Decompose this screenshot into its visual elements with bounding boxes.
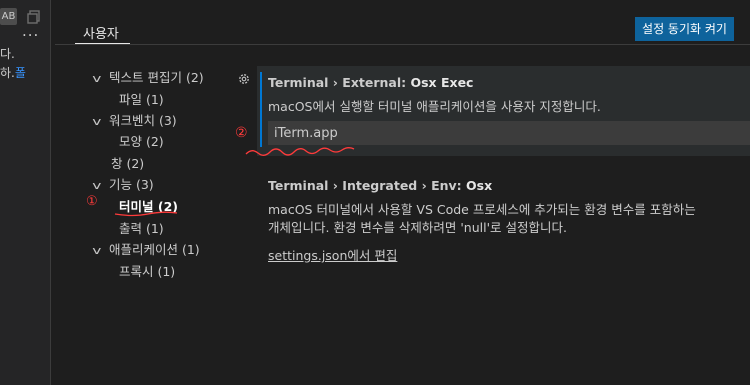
toc-item-label: 출력 (1)	[119, 221, 164, 236]
gear-icon[interactable]	[237, 72, 251, 86]
more-icon[interactable]: ...	[22, 22, 39, 40]
panel-divider	[50, 0, 51, 385]
toc-item-output[interactable]: 출력 (1)	[119, 218, 164, 237]
setting-description-env-osx-line2: 개체입니다. 환경 변수를 삭제하려면 'null'로 설정합니다.	[268, 220, 567, 235]
chevron-down-icon: v	[92, 179, 102, 192]
toc-item-workbench[interactable]: v 워크벤치 (3)	[92, 110, 177, 129]
toc-item-label: 창 (2)	[111, 156, 145, 171]
setting-description-env-osx-line1: macOS 터미널에서 사용할 VS Code 프로세스에 추가되는 환경 변수…	[268, 202, 696, 217]
left-panel: AB ... 다. 하.폴	[0, 0, 50, 385]
toc-item-features[interactable]: v 기능 (3)	[92, 174, 154, 193]
toc-item-label: 프록시 (1)	[119, 264, 176, 279]
left-text-line1: 다.	[0, 47, 15, 61]
toc-item-label: 텍스트 편집기 (2)	[109, 70, 204, 85]
chevron-down-icon: v	[92, 244, 102, 257]
header-separator	[55, 44, 750, 45]
left-text-line2-prefix: 하.	[0, 66, 15, 80]
toc-item-appearance[interactable]: 모양 (2)	[119, 131, 164, 150]
annotation-squiggle-2	[245, 147, 355, 156]
toc-item-label: 애플리케이션 (1)	[109, 242, 200, 257]
setting-focus-indicator	[260, 72, 262, 147]
annotation-underline-1	[114, 211, 178, 217]
toc-item-window[interactable]: 창 (2)	[111, 153, 144, 172]
setting-category: Terminal › External:	[268, 75, 411, 90]
edit-in-settings-json-link[interactable]: settings.json에서 편집	[268, 245, 397, 264]
toc-item-proxy[interactable]: 프록시 (1)	[119, 261, 175, 280]
setting-category: Terminal › Integrated › Env:	[268, 178, 467, 193]
osx-exec-input[interactable]	[268, 121, 750, 145]
chevron-down-icon: v	[92, 72, 102, 85]
tab-user[interactable]: 사용자	[83, 23, 119, 42]
annotation-mark-2: ②	[235, 125, 248, 141]
annotation-mark-1: ①	[86, 194, 98, 209]
toc-item-files[interactable]: 파일 (1)	[119, 89, 164, 108]
toc-item-label: 워크벤치 (3)	[109, 113, 177, 128]
setting-title-osx-exec: Terminal › External: Osx Exec	[268, 75, 473, 90]
setting-title-env-osx: Terminal › Integrated › Env: Osx	[268, 178, 492, 193]
match-case-icon[interactable]: AB	[0, 8, 17, 25]
chevron-down-icon: v	[92, 115, 102, 128]
left-text-line2: 하.폴	[0, 64, 26, 81]
left-text-line2-link[interactable]: 폴	[15, 66, 26, 80]
settings-sync-button[interactable]: 설정 동기화 켜기	[635, 17, 734, 41]
toc-item-label: 파일 (1)	[119, 92, 164, 107]
setting-name: Osx Exec	[410, 75, 474, 90]
setting-name: Osx	[466, 178, 493, 193]
toc-item-label: 모양 (2)	[119, 134, 164, 149]
toc-item-application[interactable]: v 애플리케이션 (1)	[92, 239, 200, 258]
toc-item-text-editor[interactable]: v 텍스트 편집기 (2)	[92, 67, 204, 86]
toc-item-label: 기능 (3)	[109, 177, 154, 192]
setting-description-osx-exec: macOS에서 실행할 터미널 애플리케이션을 사용자 지정합니다.	[268, 99, 601, 114]
